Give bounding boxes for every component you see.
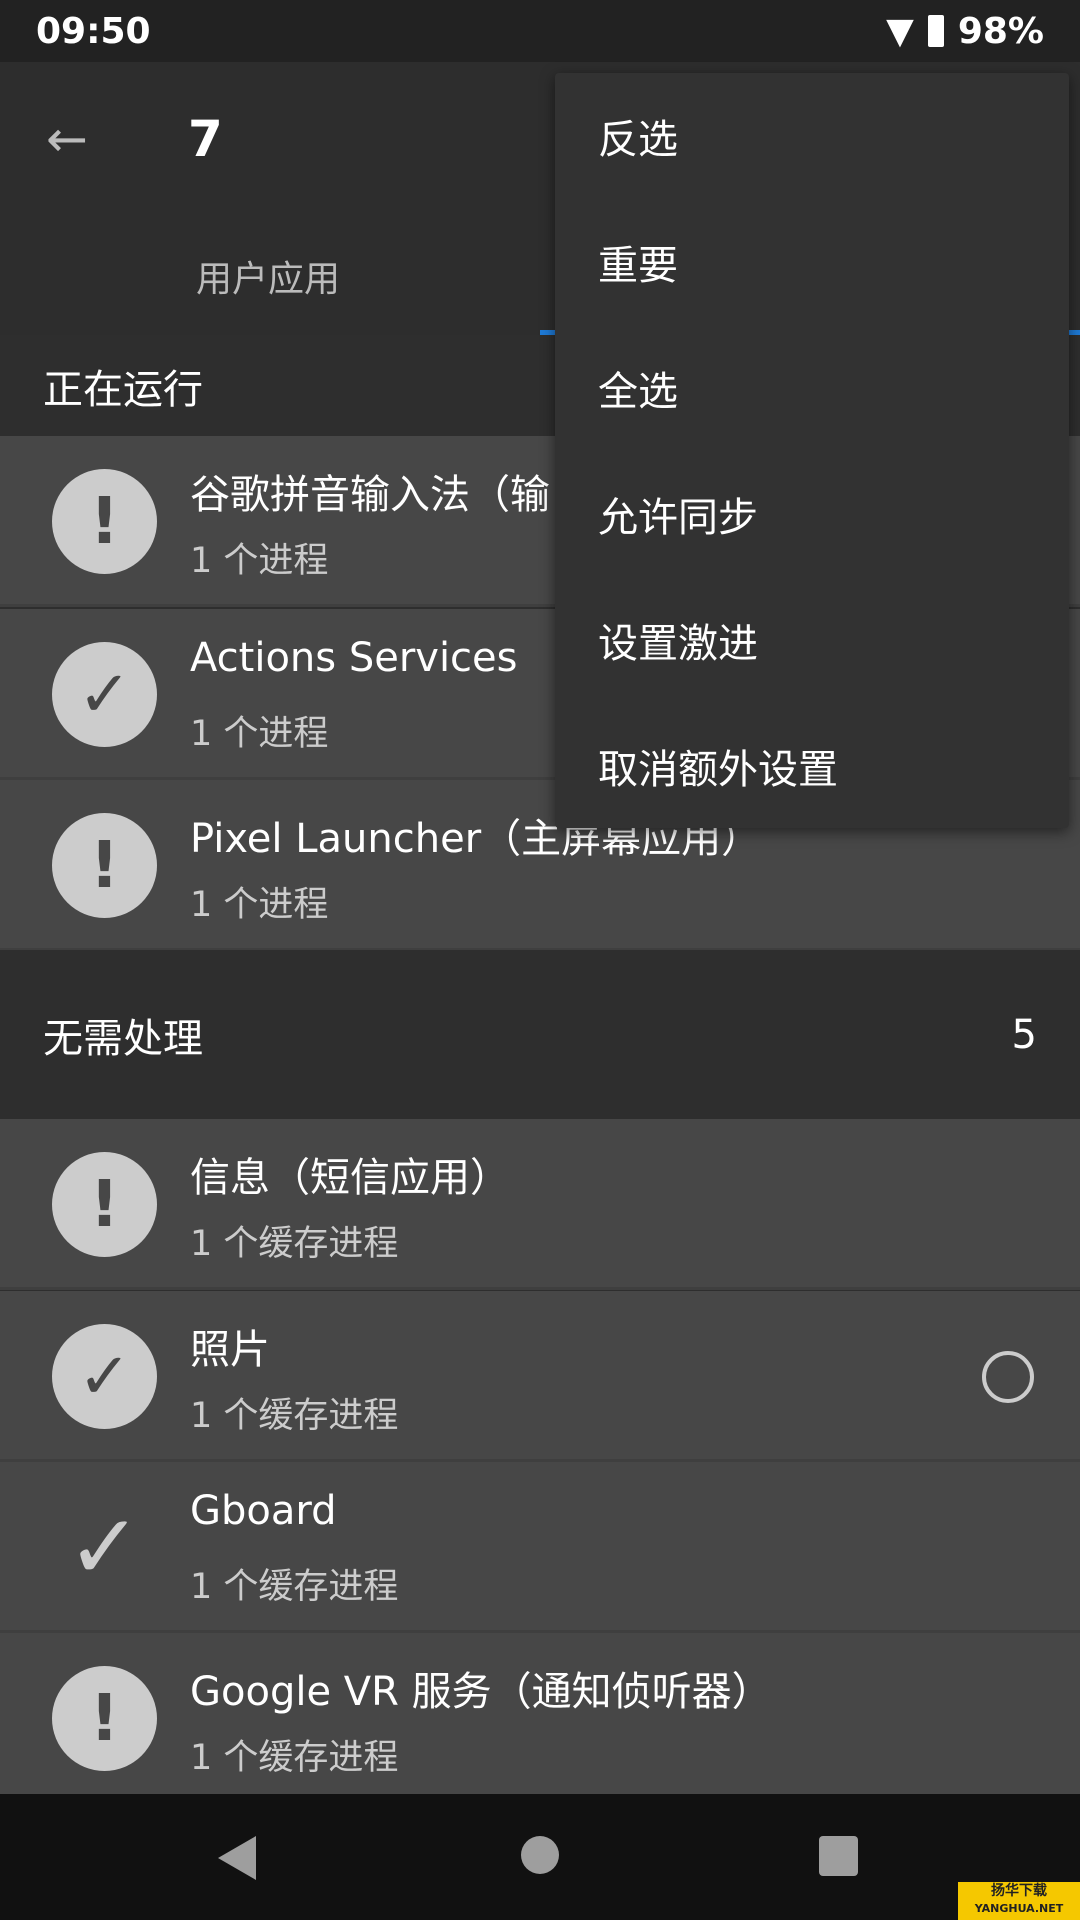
back-arrow-icon[interactable]: ←: [46, 110, 88, 168]
process-count: 1 个进程: [190, 885, 329, 925]
exclamation-icon: !: [52, 469, 157, 574]
wifi-icon: ▼: [886, 10, 914, 52]
check-icon: ✓: [66, 1495, 143, 1600]
app-name: 信息（短信应用）: [190, 1155, 510, 1201]
exclamation-icon: !: [52, 1152, 157, 1257]
select-radio[interactable]: [982, 1351, 1034, 1403]
menu-item[interactable]: 反选: [555, 73, 1069, 199]
section-count: 5: [1011, 1011, 1037, 1058]
app-name: 谷歌拼音输入法（输: [190, 472, 550, 518]
clock: 09:50: [36, 10, 151, 52]
section-title: 正在运行: [43, 367, 203, 413]
app-name: Actions Services: [190, 635, 518, 681]
navigation-bar: 扬华下载 YANGHUA.NET: [0, 1794, 1080, 1920]
app-row[interactable]: ! 信息（短信应用） 1 个缓存进程: [0, 1119, 1080, 1290]
battery-icon: [927, 15, 944, 47]
app-name: 照片: [190, 1327, 270, 1373]
battery-percent: 98%: [957, 10, 1044, 52]
app-name: Gboard: [190, 1488, 337, 1534]
section-header: 无需处理 5: [0, 950, 1080, 1119]
nav-back-icon[interactable]: [218, 1836, 256, 1880]
section-title: 无需处理: [43, 1015, 203, 1062]
check-circle-icon: ✓: [52, 642, 157, 747]
menu-item[interactable]: 取消额外设置: [555, 703, 1069, 829]
watermark-logo: 扬华下载 YANGHUA.NET: [958, 1882, 1080, 1920]
process-count: 1 个缓存进程: [190, 1396, 399, 1436]
menu-item[interactable]: 重要: [555, 199, 1069, 325]
app-row[interactable]: ✓ 照片 1 个缓存进程: [0, 1291, 1080, 1462]
page-title: 7: [188, 110, 223, 168]
menu-item[interactable]: 允许同步: [555, 451, 1069, 577]
nav-home-icon[interactable]: [521, 1836, 559, 1874]
app-name: Google VR 服务（通知侦听器）: [190, 1669, 772, 1715]
exclamation-icon: !: [52, 1666, 157, 1771]
process-count: 1 个进程: [190, 541, 329, 581]
menu-item[interactable]: 全选: [555, 325, 1069, 451]
process-count: 1 个进程: [190, 714, 329, 754]
status-bar: 09:50 ▼ 98%: [0, 0, 1080, 62]
process-count: 1 个缓存进程: [190, 1224, 399, 1264]
check-circle-icon: ✓: [52, 1324, 157, 1429]
overflow-menu: 反选 重要 全选 允许同步 设置激进 取消额外设置: [555, 73, 1069, 828]
app-row[interactable]: ! Google VR 服务（通知侦听器） 1 个缓存进程: [0, 1633, 1080, 1804]
nav-recents-icon[interactable]: [819, 1836, 858, 1876]
tab-user-apps[interactable]: 用户应用: [196, 250, 340, 302]
process-count: 1 个缓存进程: [190, 1738, 399, 1778]
app-row[interactable]: ✓ Gboard 1 个缓存进程: [0, 1462, 1080, 1633]
menu-item[interactable]: 设置激进: [555, 577, 1069, 703]
process-count: 1 个缓存进程: [190, 1567, 399, 1607]
exclamation-icon: !: [52, 813, 157, 918]
